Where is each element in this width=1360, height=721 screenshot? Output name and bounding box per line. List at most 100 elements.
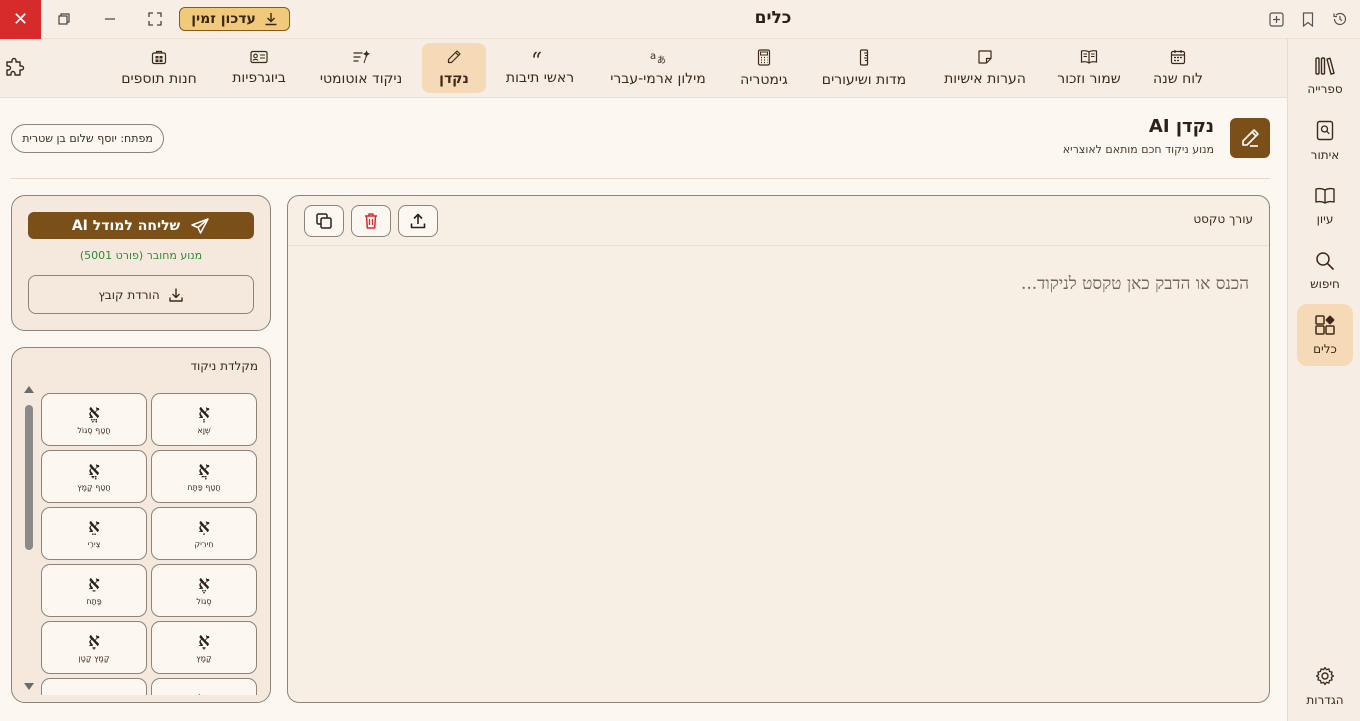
- download-icon: [265, 13, 277, 26]
- open-book-icon: [1080, 50, 1098, 64]
- key-name: קָמָץ: [196, 654, 212, 663]
- tool-label: גימטריה: [740, 71, 788, 88]
- copy-icon: [316, 213, 332, 229]
- tool-aramaic-dictionary[interactable]: aあ מילון ארמי-עברי: [604, 43, 712, 93]
- nikud-key[interactable]: אָ קָמָץ קָטָן: [41, 621, 147, 674]
- scroll-down-icon[interactable]: [24, 683, 34, 690]
- sidebar-item-label: כלים: [1313, 342, 1337, 356]
- restore-window-button[interactable]: [50, 6, 78, 32]
- bookmark-button[interactable]: [1294, 6, 1322, 32]
- fullscreen-button[interactable]: [141, 6, 169, 32]
- tool-remember[interactable]: שמור וזכור: [1047, 43, 1131, 93]
- key-name: שְׁוָא: [197, 426, 211, 435]
- key-name: חֲטַף פַּתָּח: [187, 483, 221, 492]
- key-name: חֲטַף סֶגוֹל: [77, 426, 111, 435]
- tool-personal-notes[interactable]: הערות אישיות: [937, 43, 1033, 93]
- nikud-key[interactable]: אֹ: [151, 678, 257, 695]
- nikud-key[interactable]: אָ קָמָץ: [151, 621, 257, 674]
- key-name: צֵירֵי: [87, 540, 101, 549]
- key-name: קָמָץ קָטָן: [78, 654, 110, 663]
- svg-text:あ: あ: [657, 55, 666, 65]
- tool-label: שמור וזכור: [1057, 71, 1121, 87]
- ruler-icon: [859, 48, 869, 66]
- sidebar-item-reading[interactable]: עיון: [1297, 175, 1353, 237]
- nikud-key[interactable]: אֱ חֲטַף סֶגוֹל: [41, 393, 147, 446]
- sidebar-item-settings[interactable]: הגדרות: [1297, 655, 1353, 717]
- tool-label: חנות תוספים: [121, 71, 197, 87]
- id-card-icon: [250, 50, 268, 64]
- key-glyph: אֻ: [88, 693, 100, 695]
- library-icon: [1315, 57, 1335, 75]
- nikud-key[interactable]: אֲ חֲטַף פַּתָּח: [151, 450, 257, 503]
- tool-acronyms[interactable]: ראשי תיבות: [497, 43, 583, 93]
- tools-grid-icon: [1315, 315, 1335, 335]
- search-icon: [1316, 252, 1335, 271]
- scroll-up-icon[interactable]: [24, 386, 34, 393]
- tool-calendar[interactable]: לוח שנה: [1135, 43, 1221, 93]
- nikud-key[interactable]: אֳ חֲטַף קָמָץ: [41, 450, 147, 503]
- text-editor-panel: עורך טקסט הכנס או הדבק כאן טקסט לניקוד..…: [287, 195, 1270, 703]
- nikud-key[interactable]: אְ שְׁוָא: [151, 393, 257, 446]
- sidebar-item-library[interactable]: ספרייה: [1297, 45, 1353, 107]
- vocalization-keyboard: מקלדת ניקוד אְ שְׁוָא אֱ חֲטַף סֶגוֹל אֲ חֲ…: [11, 347, 271, 703]
- api-key-badge[interactable]: מפתח: יוסף שלום בן שטרית: [11, 124, 164, 153]
- svg-text:a: a: [650, 51, 656, 62]
- key-glyph: אָ: [198, 630, 210, 651]
- upload-button[interactable]: [398, 205, 438, 237]
- history-button[interactable]: [1326, 6, 1354, 32]
- tool-gematria[interactable]: גימטריה: [732, 43, 796, 93]
- keyboard-scrollbar[interactable]: [22, 386, 36, 694]
- sidebar-item-label: הגדרות: [1306, 693, 1344, 707]
- scrollbar-thumb[interactable]: [25, 405, 33, 550]
- tool-nakdan[interactable]: נקדן: [422, 43, 486, 93]
- sidebar-item-label: ספרייה: [1307, 82, 1343, 96]
- editor-label: עורך טקסט: [1193, 212, 1253, 226]
- send-panel: שליחה למודל AI מנוע מחובר (פורט 5001) הו…: [11, 195, 271, 331]
- nikud-key[interactable]: אִ חִירִיק: [151, 507, 257, 560]
- nikud-key[interactable]: אַ פַּתַח: [41, 564, 147, 617]
- sidebar-item-locate[interactable]: איתור: [1297, 110, 1353, 172]
- locate-book-icon: [1316, 120, 1334, 141]
- tool-biographies[interactable]: ביוגרפיות: [224, 43, 294, 93]
- delete-button[interactable]: [351, 205, 391, 237]
- nikud-key[interactable]: אֻ: [41, 678, 147, 695]
- editor-textarea[interactable]: הכנס או הדבק כאן טקסט לניקוד...: [1021, 274, 1249, 294]
- copy-button[interactable]: [304, 205, 344, 237]
- key-name: פַּתַח: [86, 597, 102, 606]
- send-label: שליחה למודל AI: [71, 217, 181, 234]
- download-file-button[interactable]: הורדת קובץ: [28, 275, 254, 314]
- key-glyph: אֹ: [198, 693, 210, 695]
- gear-icon: [1315, 666, 1335, 686]
- key-glyph: אֲ: [198, 459, 210, 480]
- main-sidebar: ספרייה איתור עיון חיפוש כלים הגדרות: [1287, 39, 1360, 721]
- key-glyph: אִ: [198, 516, 210, 537]
- send-to-ai-button[interactable]: שליחה למודל AI: [28, 212, 254, 239]
- puzzle-icon[interactable]: [4, 57, 26, 79]
- key-name: חִירִיק: [194, 540, 214, 549]
- sidebar-item-tools[interactable]: כלים: [1297, 304, 1353, 366]
- keyboard-title: מקלדת ניקוד: [190, 359, 258, 373]
- new-tab-button[interactable]: [1262, 6, 1290, 32]
- window-title: כלים: [754, 8, 792, 28]
- tool-auto-vocalization[interactable]: ניקוד אוטומטי: [315, 43, 407, 93]
- nikud-key[interactable]: אֵ צֵירֵי: [41, 507, 147, 560]
- sidebar-item-search[interactable]: חיפוש: [1297, 240, 1353, 302]
- key-name: סֶגוֹל: [196, 597, 212, 606]
- tool-label: לוח שנה: [1152, 71, 1204, 87]
- minimize-window-button[interactable]: [96, 6, 124, 32]
- nikud-key[interactable]: אֶ סֶגוֹל: [151, 564, 257, 617]
- tools-toolbar: לוח שנה שמור וזכור הערות אישיות מדות ושי…: [0, 39, 1287, 98]
- tool-plugin-store[interactable]: חנות תוספים: [113, 43, 205, 93]
- update-label: עדכון זמין: [191, 11, 256, 27]
- page-title: נקדן AI: [1148, 116, 1214, 137]
- trash-icon: [365, 213, 377, 229]
- close-window-button[interactable]: ✕: [0, 0, 41, 39]
- auto-text-icon: [353, 50, 370, 64]
- calculator-icon: [757, 48, 771, 66]
- engine-status: מנוע מחובר (פורט 5001): [79, 249, 203, 262]
- key-glyph: אֶ: [198, 573, 210, 594]
- download-label: הורדת קובץ: [98, 287, 160, 302]
- update-available-button[interactable]: עדכון זמין: [179, 7, 290, 31]
- title-bar: ✕ עדכון זמין כלים: [0, 0, 1360, 39]
- tool-measures[interactable]: מדות ושיעורים: [815, 43, 913, 93]
